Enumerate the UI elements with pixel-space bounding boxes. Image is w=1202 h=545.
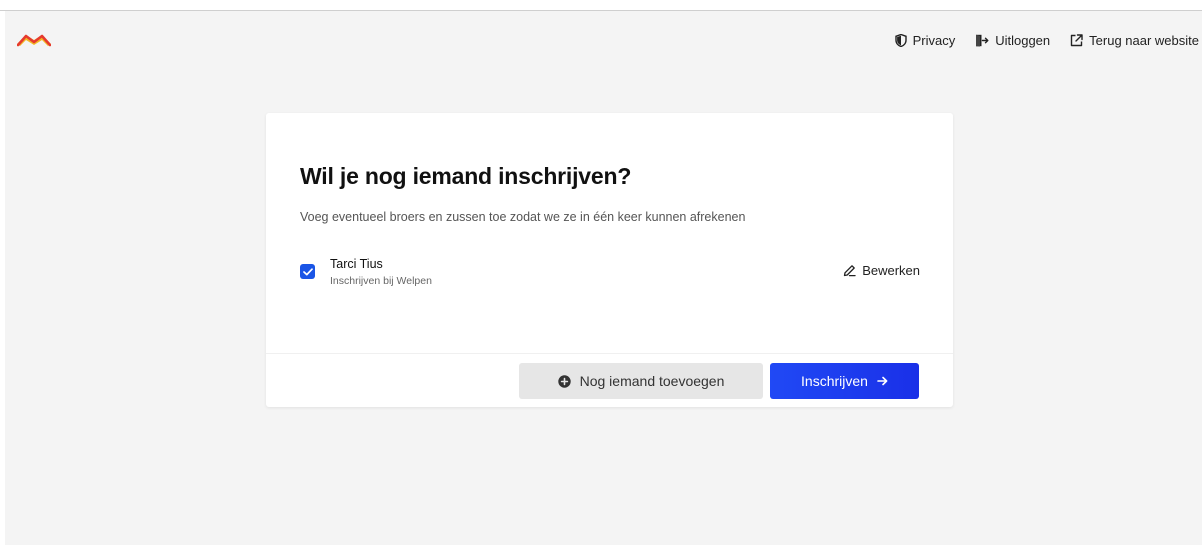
browser-top-edge xyxy=(0,0,1202,11)
card-footer: Nog iemand toevoegen Inschrijven xyxy=(266,353,953,407)
register-label: Inschrijven xyxy=(801,373,868,389)
back-to-website-label: Terug naar website xyxy=(1089,33,1199,48)
add-person-button[interactable]: Nog iemand toevoegen xyxy=(519,363,763,399)
member-name: Tarci Tius xyxy=(330,257,383,271)
privacy-label: Privacy xyxy=(912,33,956,48)
add-person-label: Nog iemand toevoegen xyxy=(579,373,725,389)
external-link-icon xyxy=(1070,34,1083,47)
checkmark-icon xyxy=(302,267,313,275)
member-checkbox[interactable] xyxy=(300,264,315,279)
logo-icon[interactable] xyxy=(17,31,51,49)
logout-icon xyxy=(976,34,989,47)
top-navigation: Privacy Uitloggen Terug naar website xyxy=(894,33,1199,48)
privacy-link[interactable]: Privacy xyxy=(894,33,956,48)
member-row: Tarci Tius Inschrijven bij Welpen Bewerk… xyxy=(300,257,920,293)
pencil-icon xyxy=(844,265,856,277)
page: Privacy Uitloggen Terug naar website Wil… xyxy=(5,11,1202,545)
page-title: Wil je nog iemand inschrijven? xyxy=(300,163,632,189)
back-to-website-link[interactable]: Terug naar website xyxy=(1070,33,1199,48)
shield-icon xyxy=(894,34,907,47)
logout-label: Uitloggen xyxy=(995,33,1051,48)
registration-card: Wil je nog iemand inschrijven? Voeg even… xyxy=(266,113,953,407)
logout-link[interactable]: Uitloggen xyxy=(975,33,1050,48)
edit-member-button[interactable]: Bewerken xyxy=(843,263,920,278)
member-group-info: Inschrijven bij Welpen xyxy=(330,275,432,287)
register-button[interactable]: Inschrijven xyxy=(770,363,919,399)
plus-circle-icon xyxy=(557,374,571,388)
arrow-right-icon xyxy=(877,376,888,386)
edit-member-label: Bewerken xyxy=(862,263,920,278)
page-subtitle: Voeg eventueel broers en zussen toe zoda… xyxy=(300,210,746,224)
